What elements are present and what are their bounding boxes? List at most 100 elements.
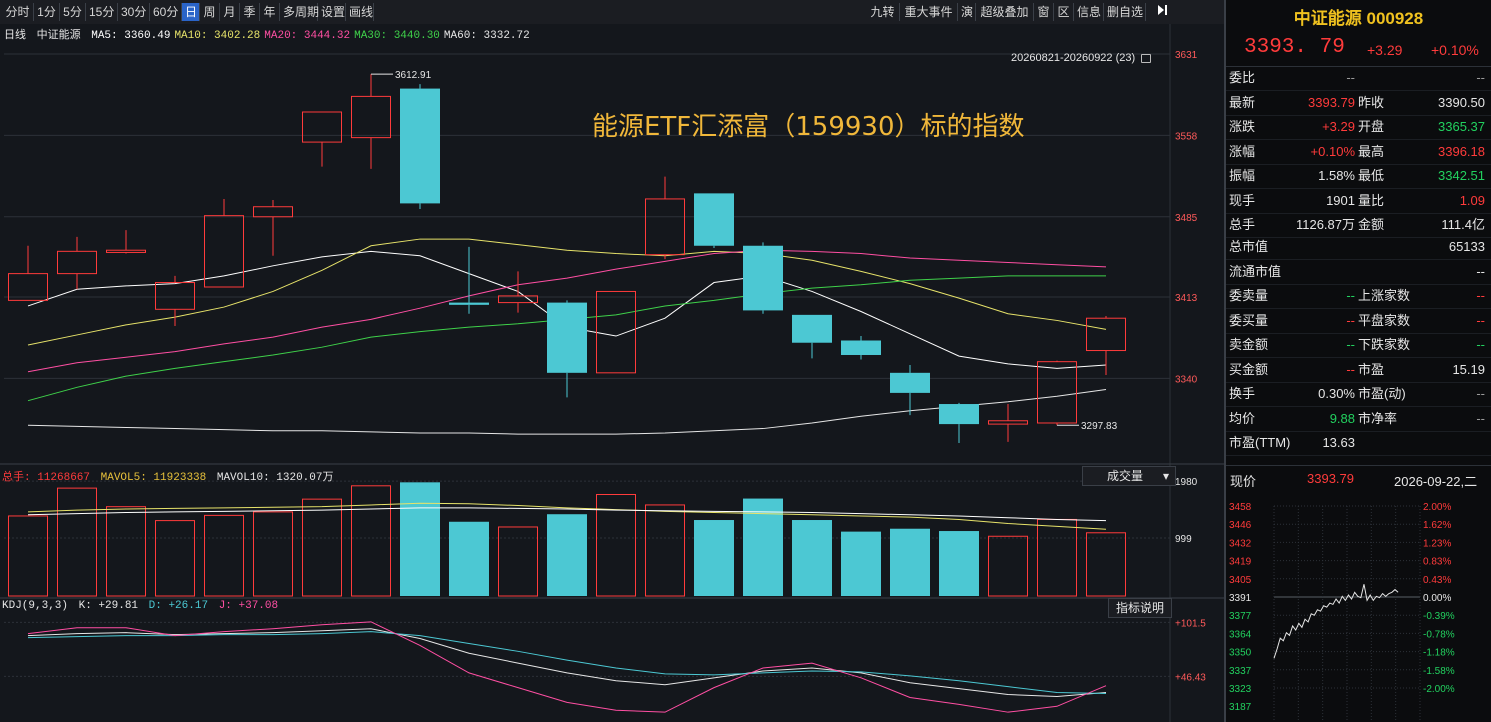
volume-bar-down — [694, 520, 734, 596]
ma-legend-item-2: MA20: 3444.32 — [264, 30, 351, 42]
toolbar-button-3[interactable]: 超级叠加 — [976, 3, 1034, 21]
quote-value-2: 3390.50 — [1438, 94, 1485, 110]
quote-label: 委比 — [1229, 70, 1256, 85]
quote-label-2: 金额 — [1358, 217, 1385, 232]
period-tab-9[interactable]: 季 — [240, 3, 260, 21]
mini-right-axis-label: -2.00% — [1423, 684, 1455, 695]
toolbar-button-6[interactable]: 信息 — [1074, 3, 1104, 21]
volume-bar-down — [939, 531, 979, 596]
period-tab-13[interactable]: 画线 — [346, 3, 374, 21]
volume-dropdown-label: 成交量 — [1107, 469, 1144, 483]
volume-bar-up — [8, 515, 48, 597]
kdj-k-value: K: +29.81 — [78, 600, 139, 612]
period-tab-3[interactable]: 15分 — [86, 3, 118, 21]
quote-label: 买金额 — [1229, 361, 1269, 377]
quote-value: -- — [1346, 288, 1355, 303]
quote-b-row-6: 市盈(TTM) 13.63 — [1226, 431, 1491, 456]
period-label: 日线 — [4, 30, 26, 42]
candle-down — [939, 404, 979, 425]
volume-bar-up — [253, 511, 293, 597]
toolbar-button-0[interactable]: 九转 — [866, 3, 900, 21]
mini-right-axis-label: -1.18% — [1423, 648, 1455, 659]
mini-left-axis-label: 3364 — [1229, 629, 1252, 640]
quote-value-2: 3342.51 — [1438, 168, 1485, 183]
intraday-mini-chart[interactable]: 3458 3446 3432 3419 3405 3391 3377 3364 3350 3337… — [1226, 492, 1491, 722]
quote-value-2: -- — [1476, 312, 1485, 328]
kline-panel: 3631 3558 3485 3413 3340 3612.91 3297.83 1980 99… — [0, 24, 1224, 722]
quote-a-row-3: 涨幅 +0.10% 最高 3396.18 — [1226, 140, 1491, 165]
toolbar-button-7[interactable]: 删自选 — [1104, 3, 1146, 21]
period-tab-6[interactable]: 日 — [182, 3, 200, 21]
price-axis-label: 3558 — [1175, 131, 1198, 142]
volume-total: 总手: 11268667 — [2, 472, 91, 484]
toolbar-button-1[interactable]: 重大事件 — [900, 3, 958, 21]
candle-up — [57, 250, 97, 275]
price-axis-label: 3631 — [1175, 50, 1198, 61]
quote-value-2: 1.09 — [1459, 192, 1485, 208]
period-tab-0[interactable]: 分时 — [2, 3, 34, 21]
candle-down — [547, 302, 587, 373]
volume-indicator-dropdown[interactable]: 成交量 ▾ — [1082, 466, 1176, 486]
quote-label: 市盈(TTM) — [1229, 435, 1291, 450]
kdj-d-value: D: +26.17 — [148, 600, 209, 612]
toolbar-button-2[interactable]: 演 — [958, 3, 976, 21]
quote-label-2: 平盘家数 — [1358, 312, 1411, 328]
volume-axis-label: 1980 — [1175, 477, 1198, 488]
ma-legend: 日线 中证能源 MA5: 3360.49 MA10: 3402.28 MA20: 3… — [4, 26, 530, 42]
period-tab-1[interactable]: 1分 — [34, 3, 60, 21]
volume-bar-down — [547, 514, 587, 596]
period-tab-10[interactable]: 年 — [260, 3, 280, 21]
period-tab-2[interactable]: 5分 — [60, 3, 86, 21]
period-tab-7[interactable]: 周 — [200, 3, 220, 21]
mavol5-label: MAVOL5: 11923338 — [100, 472, 207, 484]
quote-value: -- — [1476, 263, 1485, 279]
kdj-j-value: J: +37.08 — [218, 600, 279, 612]
candle-down — [743, 245, 783, 311]
mini-right-axis-label: 0.43% — [1423, 575, 1451, 586]
quote-value-2: -- — [1476, 337, 1485, 352]
period-tab-11[interactable]: 多周期 — [280, 3, 319, 21]
quote-label: 总手 — [1229, 217, 1256, 232]
ma-items: MA5: 3360.49 MA10: 3402.28 MA20: 3444.32 MA… — [87, 30, 530, 42]
now-price-value: 3393.79 — [1307, 471, 1354, 486]
quote-value-2: -- — [1476, 410, 1485, 426]
quote-value-2: -- — [1476, 386, 1485, 401]
period-tab-4[interactable]: 30分 — [118, 3, 150, 21]
quote-a-row-1: 最新 3393.79 昨收 3390.50 — [1226, 91, 1491, 116]
mini-right-axis-label: -1.58% — [1423, 666, 1455, 677]
quote-value: +0.10% — [1310, 143, 1355, 159]
volume-bar-down — [890, 528, 930, 596]
candle-down — [694, 193, 734, 246]
toolbar: 分时 1分 5分 15分 30分 60分日周月季年多周期 设置 画线 九转 重大事件演超级叠加窗… — [0, 0, 1224, 25]
indicator-help-button[interactable]: 指标说明 — [1108, 598, 1172, 618]
high-label: 3612.91 — [395, 70, 432, 81]
kdj-axis-label: +101.5 — [1175, 618, 1206, 629]
quote-b-row-2: 卖金额 -- 下跌家数 -- — [1226, 333, 1491, 358]
quote-label-2: 上涨家数 — [1358, 288, 1411, 303]
period-tab-8[interactable]: 月 — [220, 3, 240, 21]
collapse-icon[interactable] — [1152, 3, 1172, 21]
period-tab-5[interactable]: 60分 — [150, 3, 182, 21]
period-tab-12[interactable]: 设置 — [318, 3, 346, 21]
quote-value: -- — [1346, 337, 1355, 352]
toolbar-button-4[interactable]: 窗 — [1034, 3, 1054, 21]
mini-left-axis-label: 3446 — [1229, 520, 1252, 531]
candle-up — [253, 206, 293, 218]
candle-up — [8, 273, 48, 301]
quote-value-2: -- — [1476, 288, 1485, 303]
quote-price: 3393. 79 — [1244, 36, 1345, 59]
quote-label: 均价 — [1229, 410, 1256, 426]
quote-a-row-2: 涨跌 +3.29 开盘 3365.37 — [1226, 115, 1491, 140]
kdj-k-line — [27, 628, 1107, 697]
quote-date: 2026-09-22,二 — [1394, 474, 1478, 489]
candle-up — [302, 111, 342, 143]
low-label: 3297.83 — [1081, 421, 1118, 432]
candle-down — [890, 372, 930, 393]
quote-value: 9.88 — [1329, 410, 1355, 426]
mini-price-line — [1273, 584, 1399, 659]
mini-right-axis-label: 1.23% — [1423, 538, 1451, 549]
mini-right-axis-label: -0.78% — [1423, 629, 1455, 640]
volume-bar-up — [204, 514, 244, 597]
toolbar-button-5[interactable]: 区 — [1054, 3, 1074, 21]
quote-value-2: 3396.18 — [1438, 143, 1485, 159]
